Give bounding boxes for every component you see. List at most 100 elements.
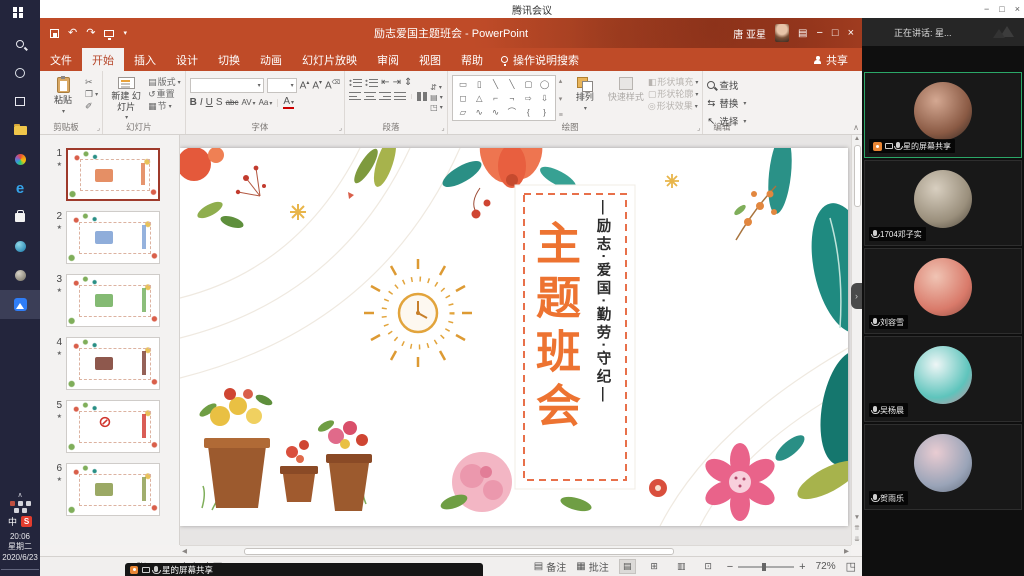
copy-button[interactable]: ❐▾ [85,90,98,99]
shape-glyph[interactable]: ∿ [471,106,487,119]
numbering-button[interactable] [365,79,378,88]
tab-幻灯片放映[interactable]: 幻灯片放映 [292,48,367,71]
tab-动画[interactable]: 动画 [250,48,292,71]
text-direction-button[interactable]: ⇵▾ [430,84,443,92]
zoom-slider-thumb[interactable] [762,563,766,571]
horizontal-scroll-thumb[interactable] [244,548,674,555]
new-slide-button[interactable]: 新建 幻灯片▾ [107,75,145,121]
redo-icon[interactable]: ↷ [86,28,95,39]
tell-me-search[interactable]: 操作说明搜索 [493,48,587,71]
taskbar-app-taskview[interactable] [0,87,40,116]
fit-to-window-button[interactable]: ◳ [846,560,856,573]
shape-glyph[interactable]: ⌐ [487,92,503,105]
taskbar-app-edge[interactable]: e [0,174,40,203]
meeting-maximize-button[interactable]: □ [999,4,1004,14]
tray-plug-icon[interactable] [26,501,31,506]
taskbar-app-meeting[interactable] [0,290,40,319]
shape-glyph[interactable]: ◯ [536,78,552,91]
drawing-dialog-launcher[interactable]: ⌟ [697,124,700,132]
paragraph-dialog-launcher[interactable]: ⌟ [441,124,444,132]
shapes-scroll-up-icon[interactable]: ▴ [559,77,563,85]
sogou-input-icon[interactable]: S [21,516,32,527]
change-case-button[interactable]: Aa▾ [259,99,273,107]
tab-审阅[interactable]: 审阅 [367,48,409,71]
shape-glyph[interactable]: ⇨ [520,92,536,105]
shape-glyph[interactable]: ╲ [504,78,520,91]
taskbar-app-photos[interactable] [0,145,40,174]
scroll-up-icon[interactable]: ▲ [854,135,860,142]
increase-indent-button[interactable]: ⇥ [393,78,401,88]
reset-button[interactable]: ↺重置 [148,90,181,99]
account-name[interactable]: 唐 亚星 [733,26,766,41]
tab-切换[interactable]: 切换 [208,48,250,71]
shapes-scroll-down-icon[interactable]: ▾ [559,95,563,103]
shapes-more-icon[interactable]: ≡ [559,112,563,119]
shape-glyph[interactable]: ¬ [504,92,520,105]
tray-grid-icon[interactable] [18,501,23,506]
taskbar-app-win[interactable] [0,0,40,29]
zoom-in-button[interactable]: + [799,561,805,573]
horizontal-scrollbar[interactable]: ◀ ▶ [180,545,851,556]
shape-glyph[interactable]: ╲ [487,78,503,91]
slide-thumbnail-6[interactable] [66,463,160,516]
participant-tile[interactable]: 1704邓子实 [864,160,1022,246]
tab-插入[interactable]: 插入 [124,48,166,71]
taskbar-app-store[interactable] [0,203,40,232]
slideshow-icon[interactable] [104,30,114,37]
slide-thumbnail-1[interactable] [66,148,160,201]
tab-文件[interactable]: 文件 [40,48,82,71]
shape-glyph[interactable]: ▢ [520,78,536,91]
character-spacing-button[interactable]: AV▾ [241,99,255,107]
ppt-close-button[interactable]: × [848,27,854,39]
scroll-down-icon[interactable]: ▼ [854,514,860,521]
screen-share-indicator[interactable]: 星的屏幕共享 [125,563,483,576]
shape-glyph[interactable]: { [520,106,536,119]
vertical-scrollbar[interactable]: ▲ ▼ ⇈ ⇊ [851,135,862,545]
tray-network-icon[interactable] [14,508,19,513]
shape-outline-button[interactable]: ▢形状轮廓▾ [648,90,699,99]
zoom-out-button[interactable]: − [727,561,733,573]
decrease-indent-button[interactable]: ⇤ [381,78,389,88]
taskbar-app-gray[interactable] [0,261,40,290]
shape-glyph[interactable]: } [536,106,552,119]
participant-tile[interactable]: 贺雨乐 [864,424,1022,510]
customize-qat-icon[interactable]: ▾ [123,30,127,37]
slide-editor[interactable]: 主题班会 —励志·爱国·勤劳·守纪— [180,148,848,526]
underline-button[interactable]: U [206,98,213,108]
shape-glyph[interactable]: ▯ [471,78,487,91]
line-spacing-button[interactable]: ⇕ [404,78,412,88]
slideshow-view-button[interactable]: ⊡ [700,559,717,574]
shape-effects-button[interactable]: ◎形状效果▾ [648,102,699,111]
quick-styles-button[interactable]: 快速样式 [607,75,645,121]
taskbar-app-folder[interactable] [0,116,40,145]
taskbar-app-search[interactable] [0,29,40,58]
taskbar-app-teal[interactable] [0,232,40,261]
section-button[interactable]: ▦节▾ [148,102,181,111]
cut-button[interactable]: ✂ [85,78,98,87]
tab-开始[interactable]: 开始 [82,48,124,71]
font-name-combo[interactable]: ▾ [190,78,264,93]
next-slide-button[interactable]: ⇊ [854,535,859,543]
share-button[interactable]: 共享 [800,48,862,71]
shape-fill-button[interactable]: ◧形状填充▾ [648,78,699,87]
find-button[interactable]: 查找 [707,78,746,92]
clipboard-dialog-launcher[interactable]: ⌟ [97,124,100,132]
zoom-level[interactable]: 72% [816,561,836,572]
taskbar-clock[interactable]: 20:06 星期二 2020/6/23 [2,532,38,564]
scroll-left-icon[interactable]: ◀ [180,547,189,555]
slide-thumbnail-2[interactable] [66,211,160,264]
shape-glyph[interactable]: ▭ [455,78,471,91]
ppt-maximize-button[interactable]: □ [832,27,839,39]
clear-formatting-button[interactable]: A⌫ [325,80,340,91]
slide-sorter-view-button[interactable]: ⊞ [646,559,663,574]
columns-button[interactable] [417,92,427,101]
account-avatar[interactable] [775,24,789,42]
font-color-button[interactable]: A▾ [283,97,294,109]
bold-button[interactable]: B [190,98,197,108]
scroll-right-icon[interactable]: ▶ [842,547,851,555]
tray-app-icon[interactable] [10,501,15,506]
sidebar-collapse-handle[interactable]: › [851,283,862,309]
tray-expand-icon[interactable]: ∧ [17,492,22,499]
shape-glyph[interactable]: ◻ [455,92,471,105]
notes-button[interactable]: ▤备注 [534,559,566,574]
